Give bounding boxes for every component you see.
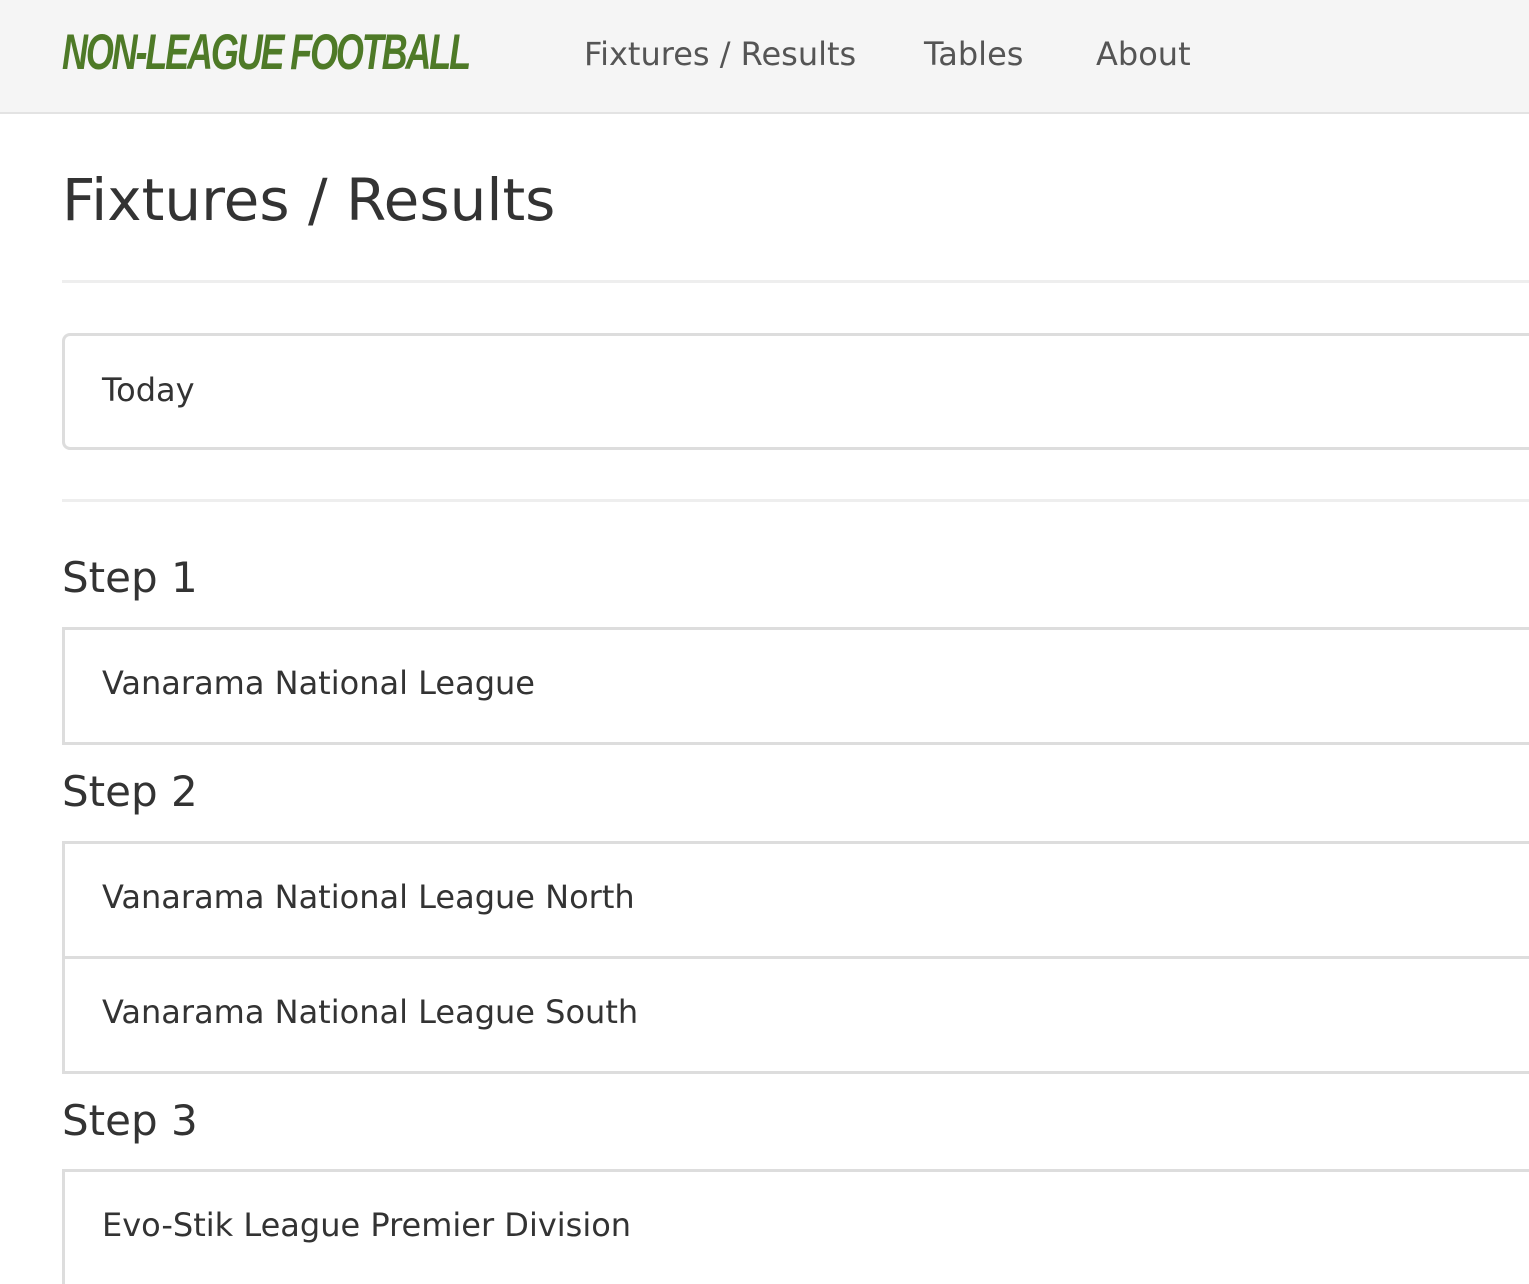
page-title: Fixtures / Results bbox=[62, 166, 556, 234]
league-label: Vanarama National League South bbox=[102, 993, 639, 1031]
league-item[interactable]: Evo-Stik League Premier Division bbox=[65, 1172, 1529, 1284]
nav-link-tables[interactable]: Tables bbox=[924, 30, 1023, 78]
league-item[interactable]: Vanarama National League South bbox=[65, 956, 1529, 1071]
league-label: Vanarama National League bbox=[102, 664, 535, 702]
nav-link-about[interactable]: About bbox=[1096, 30, 1191, 78]
today-label: Today bbox=[102, 371, 195, 409]
league-list: Vanarama National League North Vanarama … bbox=[62, 841, 1529, 1074]
nav-link-fixtures-results[interactable]: Fixtures / Results bbox=[584, 30, 856, 78]
today-button[interactable]: Today bbox=[62, 333, 1529, 450]
league-label: Vanarama National League North bbox=[102, 878, 635, 916]
step-heading: Step 1 bbox=[62, 553, 198, 602]
step-heading: Step 3 bbox=[62, 1096, 198, 1145]
navbar: NON-LEAGUE FOOTBALL Fixtures / Results T… bbox=[0, 0, 1529, 114]
brand-logo[interactable]: NON-LEAGUE FOOTBALL bbox=[62, 22, 471, 82]
league-item[interactable]: Vanarama National League bbox=[65, 630, 1529, 742]
league-item[interactable]: Vanarama National League North bbox=[65, 844, 1529, 956]
league-list: Evo-Stik League Premier Division bbox=[62, 1169, 1529, 1284]
league-label: Evo-Stik League Premier Division bbox=[102, 1206, 632, 1244]
divider bbox=[62, 499, 1529, 502]
step-heading: Step 2 bbox=[62, 767, 198, 816]
divider bbox=[62, 280, 1529, 283]
league-list: Vanarama National League bbox=[62, 627, 1529, 745]
